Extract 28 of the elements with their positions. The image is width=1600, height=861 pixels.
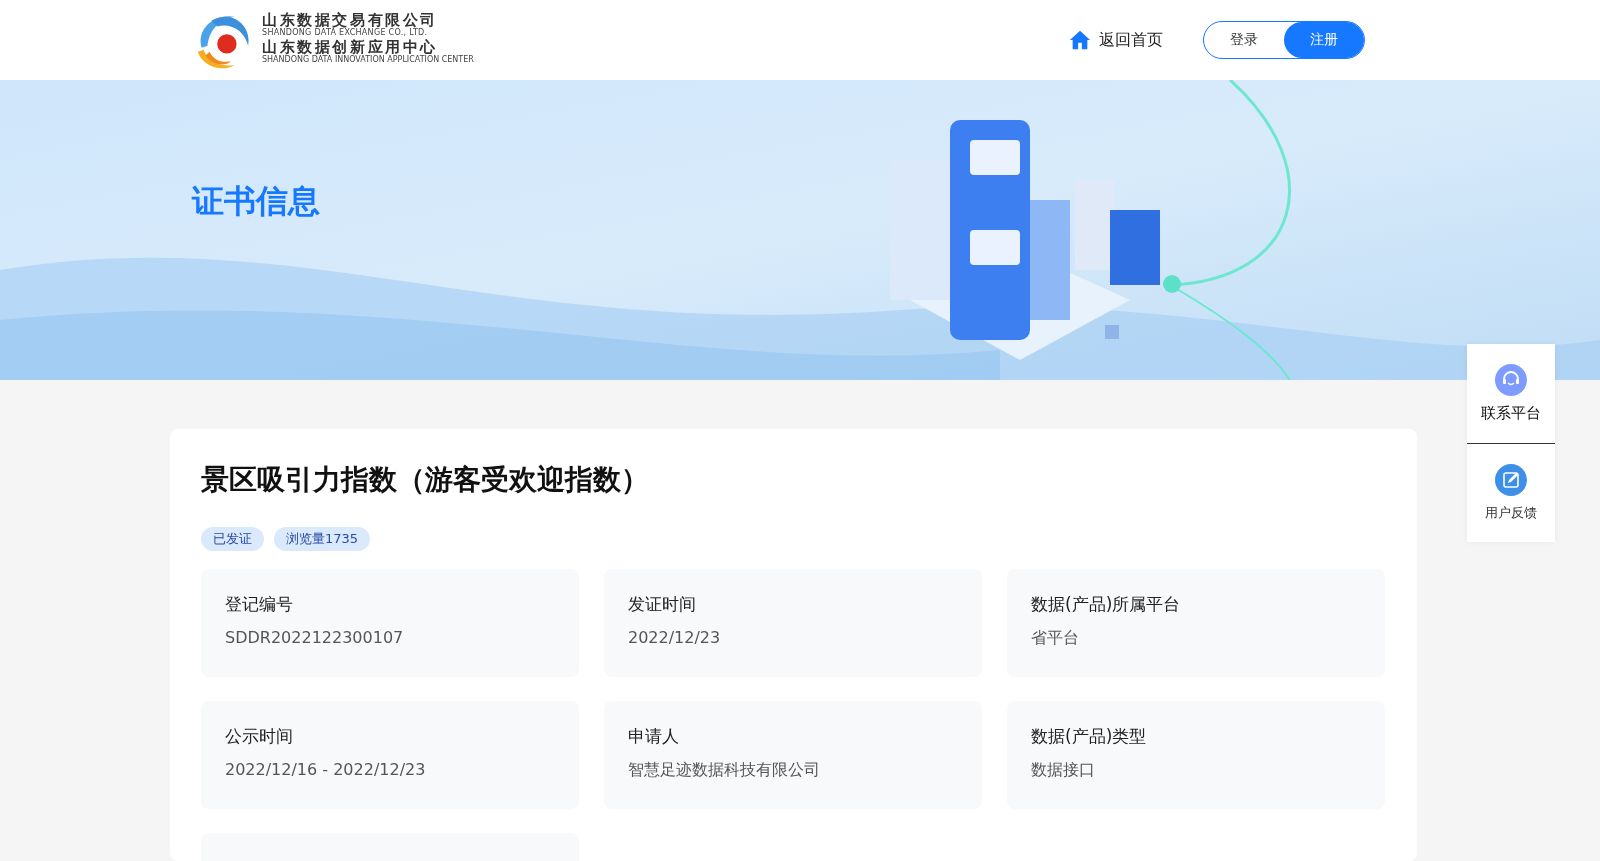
home-icon	[1069, 29, 1091, 51]
headset-icon	[1495, 364, 1527, 396]
certificate-title: 景区吸引力指数（游客受欢迎指数）	[201, 462, 649, 498]
field-value: 智慧足迹数据科技有限公司	[628, 760, 821, 781]
company-name: 山东数据交易有限公司	[262, 13, 439, 28]
edit-icon	[1495, 464, 1527, 496]
field-label: 数据(产品)所属平台	[1031, 593, 1182, 616]
contact-link[interactable]: 联系平台	[1467, 344, 1555, 443]
field-label: 登记编号	[225, 593, 294, 616]
status-tag: 浏览量1735	[274, 527, 371, 551]
register-button[interactable]: 注册	[1284, 22, 1364, 58]
field-label: 数据(产品)类型	[1031, 725, 1148, 748]
center-name: 山东数据创新应用中心	[262, 40, 438, 55]
field-label: 公示时间	[225, 725, 294, 748]
center-name-english: SHANDONG DATA INNOVATION APPLICATION CENTER	[262, 56, 474, 64]
company-name-english: SHANDONG DATA EXCHANGE CO., LTD.	[262, 29, 428, 37]
field-value: 省平台	[1031, 628, 1080, 649]
field-value: SDDR2022122300107	[225, 628, 405, 647]
field-label: 申请人	[628, 725, 680, 748]
field-value: 数据接口	[1031, 760, 1096, 781]
field-label: 发证时间	[628, 593, 697, 616]
home-link[interactable]: 返回首页	[1069, 29, 1163, 51]
field-value: 2022/12/16 - 2022/12/23	[225, 760, 427, 779]
banner-title: 证书信息	[192, 181, 320, 222]
login-button[interactable]: 登录	[1204, 22, 1284, 58]
status-tag: 已发证	[201, 527, 264, 551]
field-value: 2022/12/23	[628, 628, 722, 647]
feedback-link[interactable]: 用户反馈	[1467, 444, 1555, 542]
